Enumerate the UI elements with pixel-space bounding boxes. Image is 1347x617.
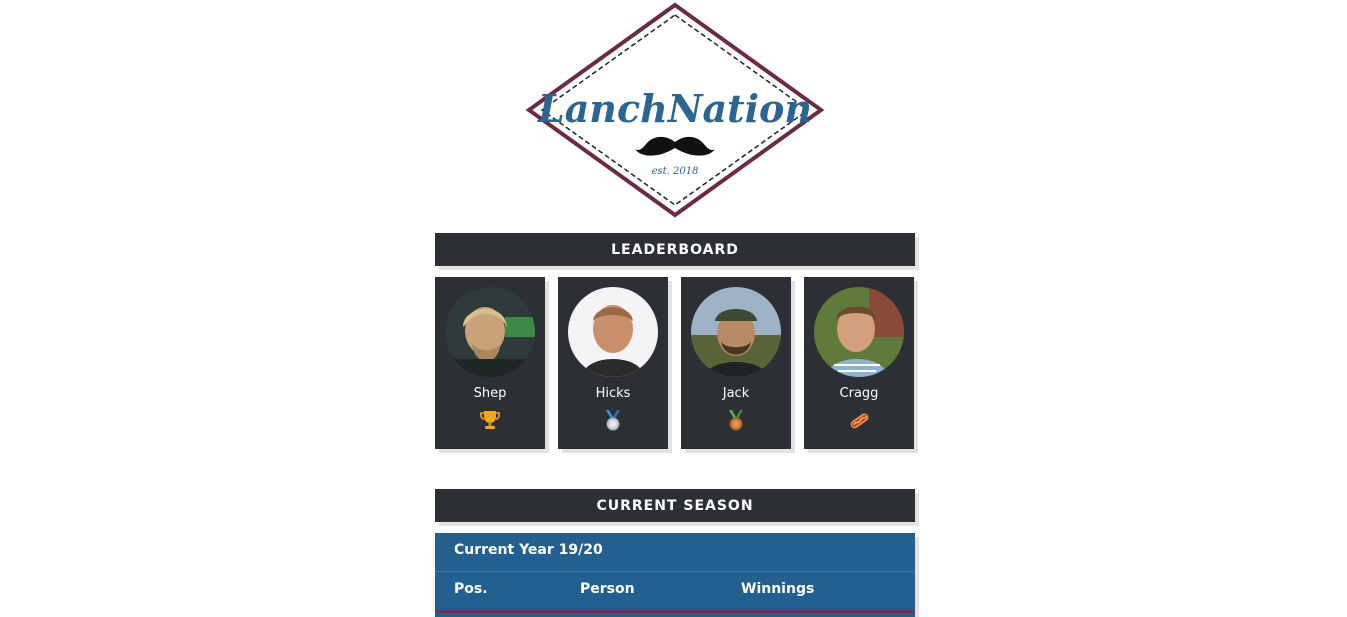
avatar	[445, 287, 535, 377]
column-header-winnings[interactable]: Winnings	[741, 581, 814, 597]
player-name: Cragg	[839, 386, 879, 401]
player-name: Shep	[473, 386, 507, 401]
avatar	[568, 287, 658, 377]
column-header-position[interactable]: Pos.	[454, 581, 488, 597]
player-card-jack[interactable]: Jack	[681, 277, 791, 449]
leaderboard-header: LEADERBOARD	[435, 233, 915, 266]
player-name: Jack	[722, 386, 750, 401]
player-card-cragg[interactable]: Cragg	[804, 277, 914, 449]
leaderboard-cards: Shep Hicks Jack Cragg	[435, 277, 917, 453]
column-header-person[interactable]: Person	[580, 581, 635, 597]
player-card-hicks[interactable]: Hicks	[558, 277, 668, 449]
lanchnation-logo: LanchNation est. 2018	[525, 2, 825, 218]
divider	[435, 571, 915, 572]
avatar	[814, 287, 904, 377]
hotdog-icon	[804, 409, 914, 431]
logo-wordmark: LanchNation	[537, 86, 812, 131]
logo-tagline: est. 2018	[652, 166, 699, 177]
season-table: Current Year 19/20 Pos. Person Winnings	[435, 533, 915, 617]
trophy-icon	[435, 409, 545, 431]
player-name: Hicks	[595, 386, 631, 401]
avatar	[691, 287, 781, 377]
player-card-shep[interactable]: Shep	[435, 277, 545, 449]
silver-medal-icon	[558, 409, 668, 431]
current-season-header: CURRENT SEASON	[435, 489, 915, 522]
leaderboard-title: LEADERBOARD	[611, 241, 739, 258]
current-season-title: CURRENT SEASON	[596, 497, 754, 514]
bronze-medal-icon	[681, 409, 791, 431]
season-year-label: Current Year 19/20	[454, 542, 603, 558]
